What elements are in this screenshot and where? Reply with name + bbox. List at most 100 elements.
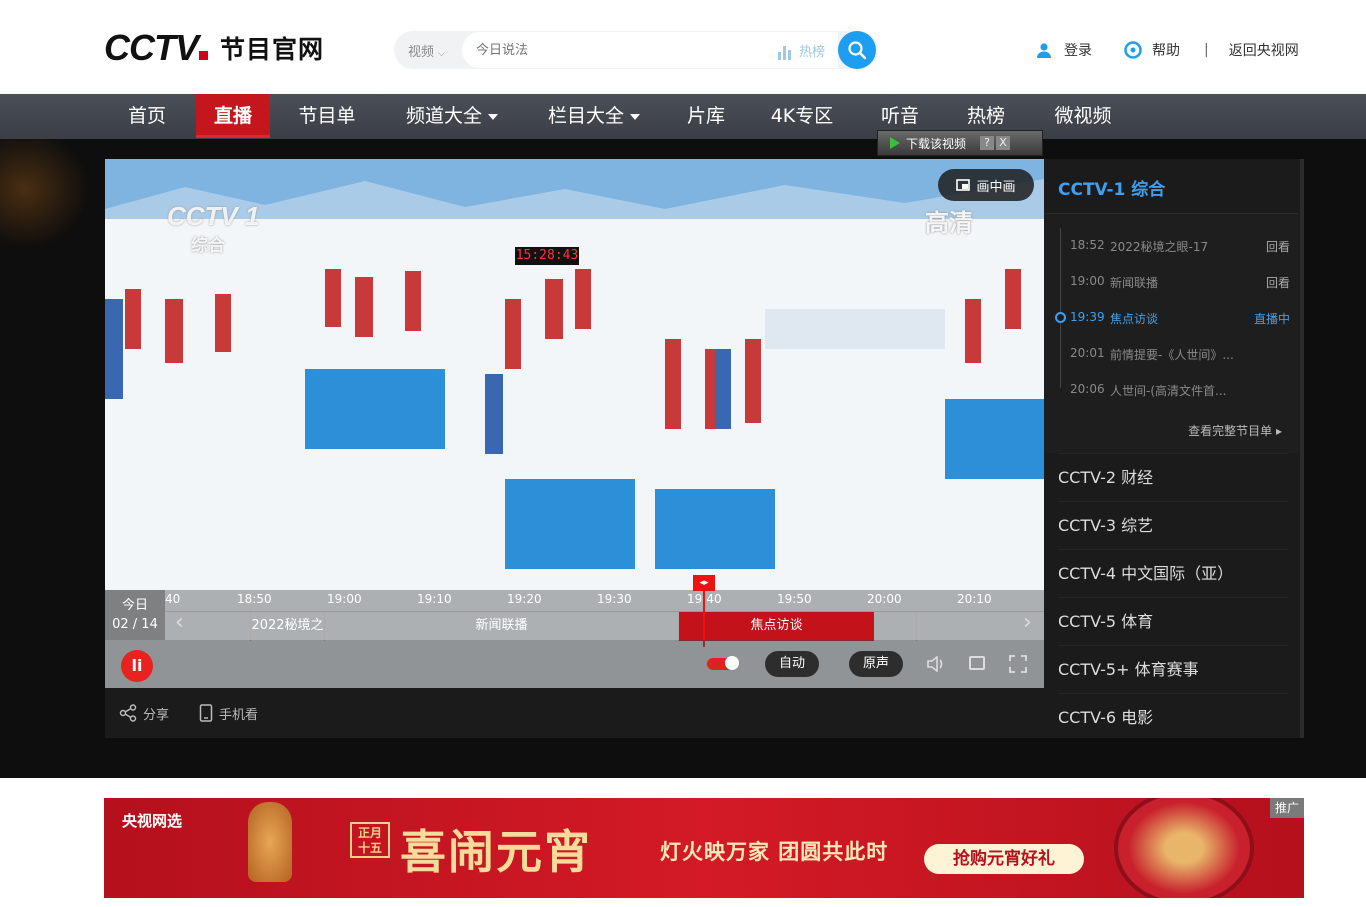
quality-auto-button[interactable]: 自动 (765, 651, 819, 677)
caret-down-icon (630, 113, 640, 120)
schedule-row-live[interactable]: 19:39 焦点访谈 直播中 (1070, 310, 1290, 330)
nav-live[interactable]: 直播 (196, 94, 270, 138)
share-button[interactable]: 分享 (119, 704, 169, 723)
tick-label: 20:10 (957, 592, 992, 606)
download-video-bar[interactable]: 下载该视频 ? X (877, 130, 1043, 156)
program-block-live[interactable]: 焦点访谈 (678, 612, 874, 641)
date-label: 02 / 14 (112, 617, 158, 632)
tick-label: 19:30 (597, 592, 632, 606)
channel-item[interactable]: CCTV-2 财经 (1058, 453, 1288, 501)
playhead-marker[interactable]: ◂▸ (693, 575, 715, 647)
tick-label: 18:50 (237, 592, 272, 606)
nav-micro-video[interactable]: 微视频 (1046, 94, 1120, 139)
help-button[interactable]: ? (980, 136, 995, 150)
nav-label: 热榜 (966, 105, 1005, 127)
video-player[interactable]: CCTV 1 综合 高清 15:28:43 画中画 今日 02 / 14 40 1… (105, 159, 1044, 688)
share-label: 分享 (143, 707, 170, 723)
download-bar-actions: ? X (980, 136, 1011, 150)
logo-dot (199, 50, 208, 60)
channel-item[interactable]: CCTV-4 中文国际（亚） (1058, 549, 1288, 597)
channel-item[interactable]: CCTV-5+ 体育赛事 (1058, 645, 1288, 693)
nav-label: 首页 (127, 105, 166, 127)
live-status: 直播中 (1253, 312, 1290, 326)
chevron-down-icon: ⌵ (438, 49, 445, 59)
picture-in-picture-button[interactable]: 画中画 (938, 169, 1034, 201)
cctv-logo[interactable]: CCTV 节目官网 (104, 27, 324, 68)
search-category-select[interactable]: 视频 ⌵ (408, 41, 445, 60)
tick-label: 20:00 (867, 592, 902, 606)
nav-library[interactable]: 片库 (676, 94, 736, 139)
schedule-time: 19:39 (1070, 310, 1105, 324)
back-to-cntv-link[interactable]: 返回央视网 (1229, 40, 1299, 60)
nav-schedule[interactable]: 节目单 (284, 94, 370, 139)
day-label: 今日 (121, 598, 148, 613)
schedule-row[interactable]: 20:06 人世间-(高清文件首... (1070, 382, 1290, 402)
program-title: 新闻联播 (475, 618, 528, 633)
timeline-prev-icon[interactable]: ‹ (175, 610, 184, 635)
switch-knob (725, 656, 739, 670)
date-line: 正月 (357, 826, 382, 840)
nav-label: 微视频 (1054, 105, 1112, 127)
program-block[interactable]: 2022秘境之 (250, 612, 324, 641)
timeline-next-icon[interactable]: › (1023, 610, 1032, 635)
audio-original-button[interactable]: 原声 (849, 651, 903, 677)
nav-4k[interactable]: 4K专区 (762, 94, 842, 139)
cctv1-watermark: CCTV 1 综合 (167, 201, 259, 255)
hot-list-link[interactable]: 热榜 (778, 41, 825, 60)
schedule-time: 20:01 (1070, 346, 1105, 360)
schedule-title: 2022秘境之眼-17 (1110, 240, 1209, 254)
banner-cta-button[interactable]: 抢购元宵好礼 (924, 844, 1084, 874)
tick-label: 19:20 (507, 592, 542, 606)
toggle-switch[interactable] (707, 656, 739, 670)
channel-item[interactable]: CCTV-6 电影 (1058, 693, 1288, 738)
current-channel-title[interactable]: CCTV-1 综合 (1058, 175, 1165, 200)
channel-sidebar: CCTV-1 综合 18:52 2022秘境之眼-17 回看 19:00 新闻联播 回看… (1044, 159, 1304, 738)
timeline-date[interactable]: 今日 02 / 14 (105, 590, 165, 640)
fullscreen-icon[interactable] (1009, 655, 1027, 673)
nav-channels[interactable]: 频道大全 (394, 94, 510, 139)
theater-mode-icon[interactable] (969, 656, 985, 670)
banner-date-stamp: 正月 十五 (350, 822, 390, 858)
schedule-row[interactable]: 18:52 2022秘境之眼-17 回看 (1070, 238, 1290, 258)
schedule-time: 20:06 (1070, 382, 1105, 396)
ad-tag: 推广 (1270, 798, 1304, 818)
help-link[interactable]: 帮助 (1124, 40, 1180, 60)
replay-link[interactable]: 回看 (1266, 274, 1290, 291)
nav-home[interactable]: 首页 (110, 94, 184, 139)
play-icon (890, 137, 900, 149)
nav-columns[interactable]: 栏目大全 (536, 94, 652, 139)
player-logo[interactable]: li (121, 650, 153, 682)
full-schedule-link[interactable]: 查看完整节目单 ▸ (1188, 422, 1282, 439)
user-icon (1037, 43, 1051, 58)
replay-link[interactable]: 回看 (1266, 238, 1290, 255)
search-input[interactable] (476, 40, 776, 60)
schedule-title: 前情提要-《人世间》... (1110, 348, 1234, 362)
watch-on-mobile-button[interactable]: 手机看 (199, 704, 258, 723)
phone-icon (199, 704, 213, 722)
schedule-row[interactable]: 19:00 新闻联播 回看 (1070, 274, 1290, 294)
more-label: 查看完整节目单 (1188, 424, 1273, 438)
channel-item[interactable]: CCTV-3 综艺 (1058, 501, 1288, 549)
search-bar: 视频⌵ 热榜 (394, 31, 878, 69)
promo-banner[interactable]: 央视网选 正月 十五 喜闹元宵 灯火映万家 团圆共此时 抢购元宵好礼 推广 (104, 798, 1304, 898)
sidebar-scrollbar[interactable] (1300, 159, 1304, 738)
banner-brand: 央视网选 (122, 812, 183, 830)
epg-timeline[interactable]: 今日 02 / 14 40 18:50 19:00 19:10 19:20 19… (105, 590, 1044, 641)
caret-down-icon (488, 113, 498, 120)
program-block[interactable]: 新闻联播 (324, 612, 678, 641)
hot-list-label: 热榜 (799, 45, 826, 60)
back-label: 返回央视网 (1228, 43, 1299, 59)
close-button[interactable]: X (996, 136, 1011, 150)
schedule-row[interactable]: 20:01 前情提要-《人世间》... (1070, 346, 1290, 366)
nav-label: 4K专区 (770, 105, 834, 127)
nav-label: 栏目大全 (547, 105, 624, 127)
login-link[interactable]: 登录 (1036, 40, 1092, 60)
main-nav: 首页 直播 节目单 频道大全 栏目大全 片库 4K专区 听音 热榜 微视频 (0, 94, 1366, 139)
search-button[interactable] (838, 31, 876, 69)
banner-decoration (1114, 798, 1254, 898)
race-clock: 15:28:43 (515, 247, 579, 265)
channel-item[interactable]: CCTV-5 体育 (1058, 597, 1288, 645)
volume-icon[interactable] (927, 656, 945, 672)
tick-label: 19:50 (777, 592, 812, 606)
schedule-title: 焦点访谈 (1110, 312, 1159, 326)
